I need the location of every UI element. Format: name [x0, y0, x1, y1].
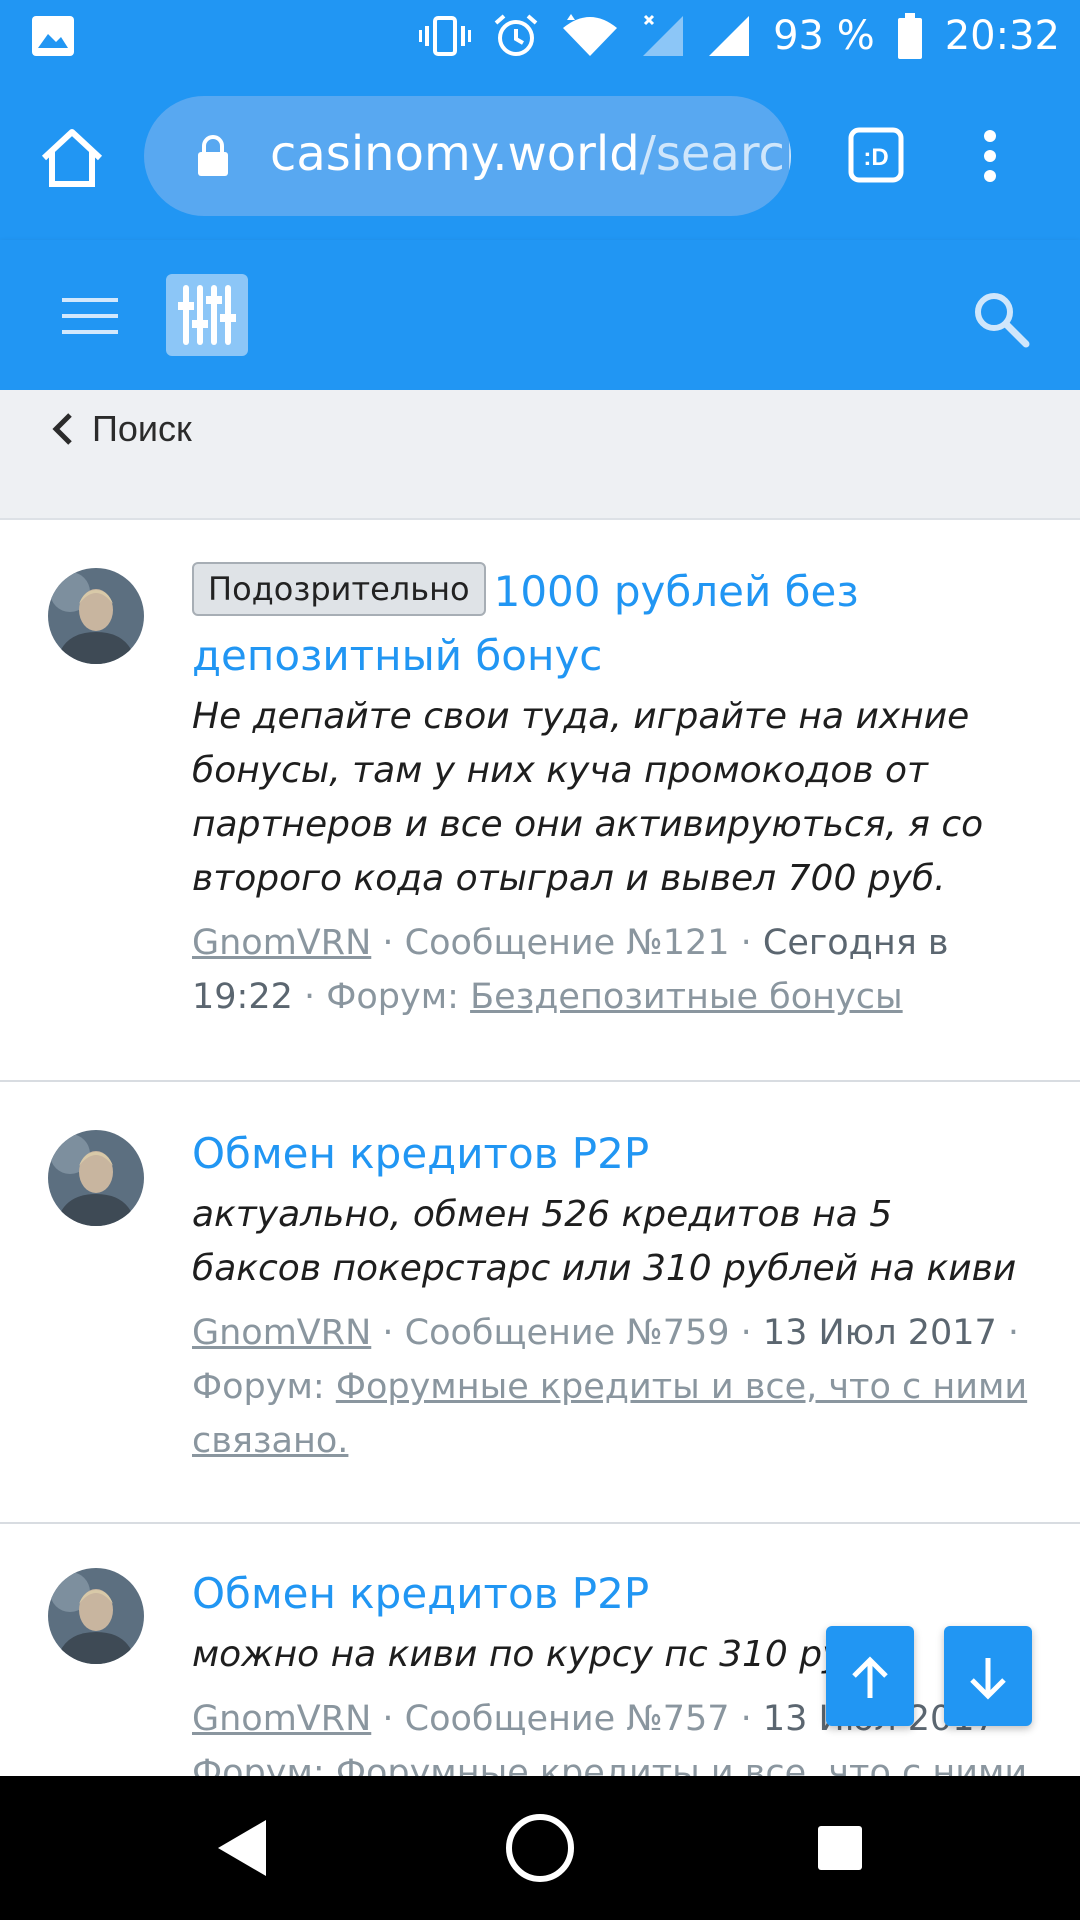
- browser-toolbar: casinomy.world/search :D: [0, 72, 1080, 240]
- back-icon[interactable]: [212, 1816, 272, 1880]
- search-results: Подозрительно 1000 рублей без депозитный …: [0, 522, 1080, 1920]
- url-domain: casinomy.world: [270, 126, 640, 182]
- result-title[interactable]: Обмен кредитов P2P: [192, 1562, 1032, 1626]
- scroll-up-button[interactable]: [826, 1626, 914, 1726]
- forum-label: Форум:: [326, 977, 459, 1017]
- result-meta: GnomVRN · Сообщение №759 · 13 Июл 2017 ·…: [192, 1313, 1028, 1461]
- signal-icon: [709, 16, 750, 56]
- hamburger-icon[interactable]: [62, 296, 118, 336]
- battery-icon: [897, 13, 922, 59]
- post-date: 13 Июл 2017: [762, 1313, 997, 1353]
- author-link[interactable]: GnomVRN: [192, 1313, 371, 1353]
- result-body: Подозрительно 1000 рублей без депозитный …: [192, 560, 1032, 1024]
- home-circle-icon[interactable]: [504, 1812, 576, 1884]
- avatar[interactable]: [48, 568, 144, 664]
- breadcrumb-back-link[interactable]: Поиск: [50, 408, 192, 450]
- wifi-icon: [563, 14, 618, 56]
- battery-percent: 93 %: [773, 13, 875, 59]
- result-snippet: Не депайте свои туда, играйте на ихние б…: [192, 696, 984, 899]
- home-icon[interactable]: [38, 126, 106, 190]
- scroll-down-button[interactable]: [944, 1626, 1032, 1726]
- result-meta: GnomVRN · Сообщение №121 · Сегодня в 19:…: [192, 923, 949, 1017]
- recents-icon[interactable]: [816, 1824, 864, 1872]
- chevron-left-icon: [52, 413, 72, 445]
- tab-switcher-icon[interactable]: :D: [848, 127, 904, 183]
- avatar[interactable]: [48, 1130, 144, 1226]
- list-item: Подозрительно 1000 рублей без депозитный …: [0, 522, 1080, 1082]
- image-icon: [32, 16, 74, 56]
- site-logo[interactable]: [166, 274, 248, 356]
- list-item: Обмен кредитов P2P актуально, обмен 526 …: [0, 1082, 1080, 1524]
- signal-icon: [643, 14, 684, 56]
- breadcrumb-label: Поиск: [92, 408, 192, 449]
- avatar[interactable]: [48, 1568, 144, 1664]
- forum-label: Форум:: [192, 1367, 325, 1407]
- prefix-badge[interactable]: Подозрительно: [192, 562, 486, 616]
- site-header: [0, 240, 1080, 390]
- url-path: /search: [639, 126, 791, 182]
- lock-icon: [198, 135, 228, 176]
- vibrate-icon: [419, 16, 472, 56]
- system-nav-bar: [0, 1776, 1080, 1920]
- result-title[interactable]: Обмен кредитов P2P: [192, 1122, 1032, 1186]
- arrow-up-icon: [852, 1656, 888, 1698]
- author-link[interactable]: GnomVRN: [192, 923, 371, 963]
- breadcrumb: Поиск: [0, 390, 1080, 520]
- tab-switcher-label: :D: [863, 144, 888, 171]
- more-vert-icon[interactable]: [978, 128, 1002, 184]
- alarm-icon: [494, 14, 538, 56]
- arrow-down-icon: [970, 1658, 1006, 1700]
- result-title[interactable]: Подозрительно 1000 рублей без депозитный …: [192, 560, 1032, 688]
- result-body: Обмен кредитов P2P актуально, обмен 526 …: [192, 1122, 1032, 1468]
- message-number: Сообщение №121: [404, 923, 730, 963]
- sliders-icon: [178, 285, 236, 345]
- forum-link[interactable]: Бездепозитные бонусы: [470, 977, 903, 1017]
- url-text: casinomy.world/search: [270, 126, 791, 182]
- author-link[interactable]: GnomVRN: [192, 1699, 371, 1739]
- clock: 20:32: [944, 13, 1060, 59]
- message-number: Сообщение №757: [404, 1699, 730, 1739]
- result-snippet: актуально, обмен 526 кредитов на 5 баксо…: [192, 1194, 1017, 1289]
- message-number: Сообщение №759: [404, 1313, 730, 1353]
- url-bar[interactable]: casinomy.world/search: [144, 96, 791, 216]
- search-icon[interactable]: [972, 290, 1030, 348]
- status-bar: 93 % 20:32: [0, 0, 1080, 72]
